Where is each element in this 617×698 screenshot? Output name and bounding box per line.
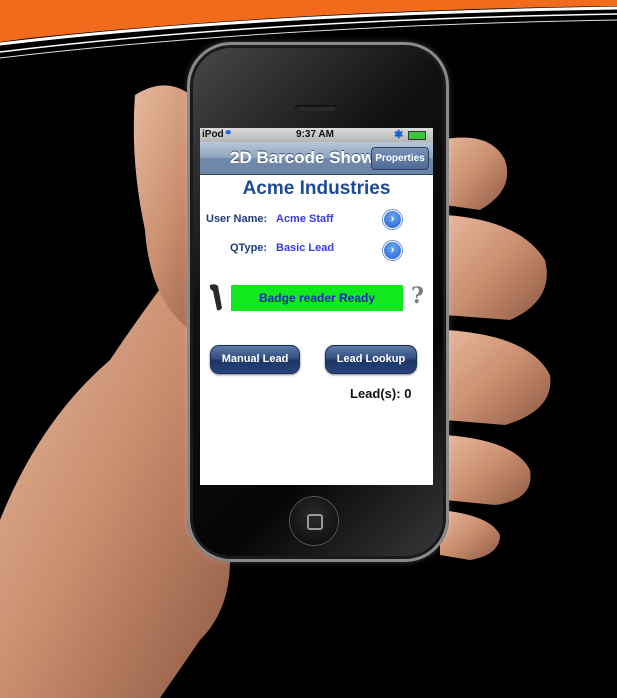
phone-speaker [295,105,337,111]
lead-lookup-button[interactable]: Lead Lookup [325,345,417,374]
home-button[interactable] [290,497,338,545]
user-name-disclosure-icon[interactable]: › [383,210,402,229]
status-time: 9:37 AM [296,129,334,140]
app-screen: iPod ⚭ 9:37 AM ✱ 2D Barcode Show Propert… [200,128,433,485]
nav-bar: 2D Barcode Show Properties [200,142,433,175]
lead-count-label: Lead(s): [350,386,401,401]
nav-title: 2D Barcode Show [230,148,375,167]
home-square-icon [307,514,323,530]
qtype-disclosure-icon[interactable]: › [383,241,402,260]
help-icon[interactable]: ? [411,283,424,309]
qtype-label: QType: [230,242,268,254]
properties-button[interactable]: Properties [371,147,429,170]
lead-count-value: 0 [404,386,412,401]
manual-lead-button[interactable]: Manual Lead [210,345,300,374]
user-name-value[interactable]: Acme Staff [276,213,333,225]
user-name-label: User Name: [206,213,268,225]
battery-icon [408,131,426,140]
company-title: Acme Industries [242,178,391,199]
qtype-value[interactable]: Basic Lead [276,242,334,254]
carrier-label: iPod [202,129,224,140]
badge-reader-icon [209,284,222,311]
wifi-icon: ⚭ [224,128,233,139]
badge-reader-status: Badge reader Ready [231,285,403,311]
lead-count: Lead(s): 0 [350,386,411,401]
status-bar: iPod ⚭ 9:37 AM ✱ [200,128,433,142]
bluetooth-icon: ✱ [394,129,404,141]
